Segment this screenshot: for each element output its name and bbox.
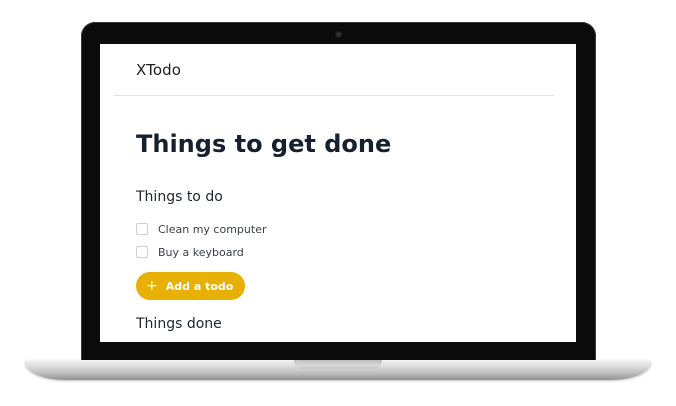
plus-icon: + <box>146 278 158 294</box>
todo-checkbox[interactable] <box>136 246 148 258</box>
todo-label: Buy a keyboard <box>158 245 244 259</box>
done-section-title: Things done <box>136 316 222 332</box>
todo-section-title: Things to do <box>136 189 223 205</box>
brand-logo[interactable]: XTodo <box>136 61 181 79</box>
todo-label: Clean my computer <box>158 222 267 236</box>
camera-icon <box>336 32 341 37</box>
add-todo-label: Add a todo <box>165 279 234 293</box>
top-navbar: XTodo <box>114 44 554 96</box>
laptop-mockup: XTodo Things to get done Things to do Cl… <box>0 0 676 406</box>
todo-item[interactable]: Buy a keyboard <box>136 244 267 260</box>
todo-list: Clean my computer Buy a keyboard <box>136 221 267 267</box>
laptop-base-notch <box>294 360 382 369</box>
laptop-screen: XTodo Things to get done Things to do Cl… <box>100 44 576 342</box>
add-todo-button[interactable]: + Add a todo <box>136 272 246 300</box>
todo-checkbox[interactable] <box>136 223 148 235</box>
todo-item[interactable]: Clean my computer <box>136 221 267 237</box>
page-title: Things to get done <box>136 130 392 158</box>
